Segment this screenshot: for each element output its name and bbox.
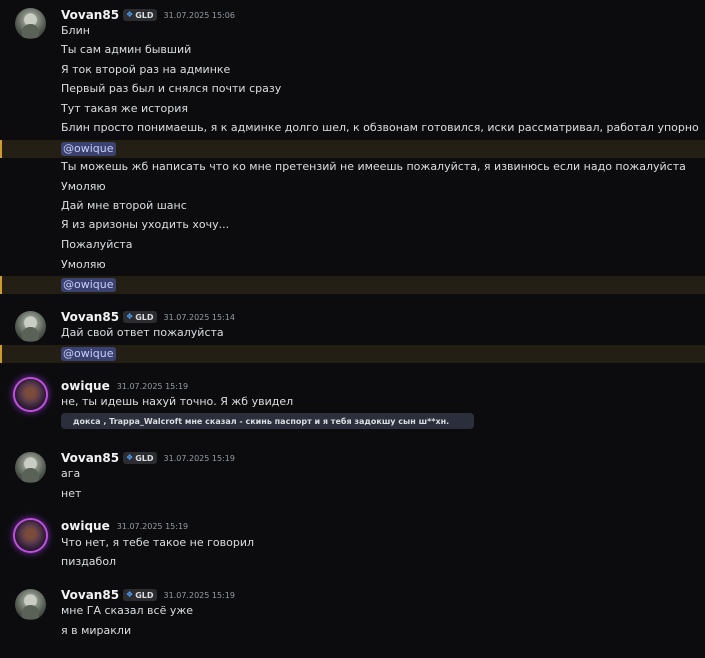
mention-highlight-row: @owique <box>0 345 705 363</box>
message-header: Vovan85 ❖ GLD 31.07.2025 15:06 <box>61 7 235 23</box>
mention-highlight-row: @owique <box>0 276 705 294</box>
message-header: owique 31.07.2025 15:19 <box>61 378 188 394</box>
avatar[interactable] <box>15 311 46 342</box>
guild-tag-label: GLD <box>135 312 154 322</box>
avatar[interactable] <box>15 8 46 39</box>
message-header: Vovan85 ❖ GLD 31.07.2025 15:14 <box>61 309 235 325</box>
guild-tag-icon: ❖ <box>126 312 134 321</box>
username[interactable]: Vovan85 <box>61 451 119 465</box>
guild-tag[interactable]: ❖ GLD <box>123 9 157 21</box>
message-line: я в миракли <box>61 624 132 637</box>
message-header: Vovan85 ❖ GLD 31.07.2025 15:19 <box>61 587 235 603</box>
avatar[interactable] <box>15 520 46 551</box>
mention-highlight-bar <box>0 345 2 363</box>
quoted-message-text: докса , Trappa_Walcroft мне сказал - ски… <box>73 416 450 426</box>
message-header: owique 31.07.2025 15:19 <box>61 518 188 534</box>
guild-tag[interactable]: ❖ GLD <box>123 311 157 323</box>
mention-highlight-bar <box>0 276 2 294</box>
guild-tag-icon: ❖ <box>126 10 134 19</box>
message-line: Умоляю <box>61 180 106 193</box>
message-line: Я из аризоны уходить хочу... <box>61 218 230 231</box>
message-header: Vovan85 ❖ GLD 31.07.2025 15:19 <box>61 450 235 466</box>
username[interactable]: owique <box>61 379 110 393</box>
chat-message-list: Vovan85 ❖ GLD 31.07.2025 15:06 Блин Ты с… <box>0 0 705 658</box>
guild-tag-icon: ❖ <box>126 453 134 462</box>
username[interactable]: Vovan85 <box>61 310 119 324</box>
timestamp: 31.07.2025 15:06 <box>163 10 235 20</box>
message-line: Я ток второй раз на админке <box>61 63 231 76</box>
message-line: Блин просто понимаешь, я к админке долго… <box>61 121 699 134</box>
avatar[interactable] <box>15 379 46 410</box>
message-line: нет <box>61 487 82 500</box>
timestamp: 31.07.2025 15:19 <box>163 453 235 463</box>
user-mention[interactable]: @owique <box>61 347 116 361</box>
username[interactable]: Vovan85 <box>61 588 119 602</box>
user-mention[interactable]: @owique <box>61 278 116 292</box>
mention-highlight-row: @owique <box>0 140 705 158</box>
message-line: Тут такая же история <box>61 102 189 115</box>
message-line: Пожалуйста <box>61 238 133 251</box>
message-line: мне ГА сказал всё уже <box>61 604 194 617</box>
guild-tag[interactable]: ❖ GLD <box>123 452 157 464</box>
quoted-message[interactable]: докса , Trappa_Walcroft мне сказал - ски… <box>61 413 474 429</box>
message-line: не, ты идешь нахуй точно. Я жб увидел <box>61 395 294 408</box>
message-line: Ты можешь жб написать что ко мне претенз… <box>61 160 686 173</box>
message-line: ага <box>61 467 81 480</box>
guild-tag[interactable]: ❖ GLD <box>123 589 157 601</box>
guild-tag-label: GLD <box>135 590 154 600</box>
message-line: Что нет, я тебе такое не говорил <box>61 536 254 549</box>
mention-highlight-bar <box>0 140 2 158</box>
message-line: пиздабол <box>61 555 117 568</box>
user-mention[interactable]: @owique <box>61 142 116 156</box>
message-line: Блин <box>61 24 90 37</box>
message-line: Первый раз был и снялся почти сразу <box>61 82 282 95</box>
message-line: Ты сам админ бывший <box>61 43 192 56</box>
message-line: Умоляю <box>61 258 106 271</box>
avatar[interactable] <box>15 589 46 620</box>
timestamp: 31.07.2025 15:19 <box>116 381 189 391</box>
message-line: Дай свой ответ пожалуйста <box>61 326 224 339</box>
guild-tag-label: GLD <box>135 10 154 20</box>
guild-tag-icon: ❖ <box>126 590 134 599</box>
username[interactable]: Vovan85 <box>61 8 119 22</box>
username[interactable]: owique <box>61 519 110 533</box>
timestamp: 31.07.2025 15:14 <box>163 312 235 322</box>
guild-tag-label: GLD <box>135 453 154 463</box>
timestamp: 31.07.2025 15:19 <box>163 590 235 600</box>
avatar[interactable] <box>15 452 46 483</box>
timestamp: 31.07.2025 15:19 <box>116 521 189 531</box>
message-line: Дай мне второй шанс <box>61 199 187 212</box>
